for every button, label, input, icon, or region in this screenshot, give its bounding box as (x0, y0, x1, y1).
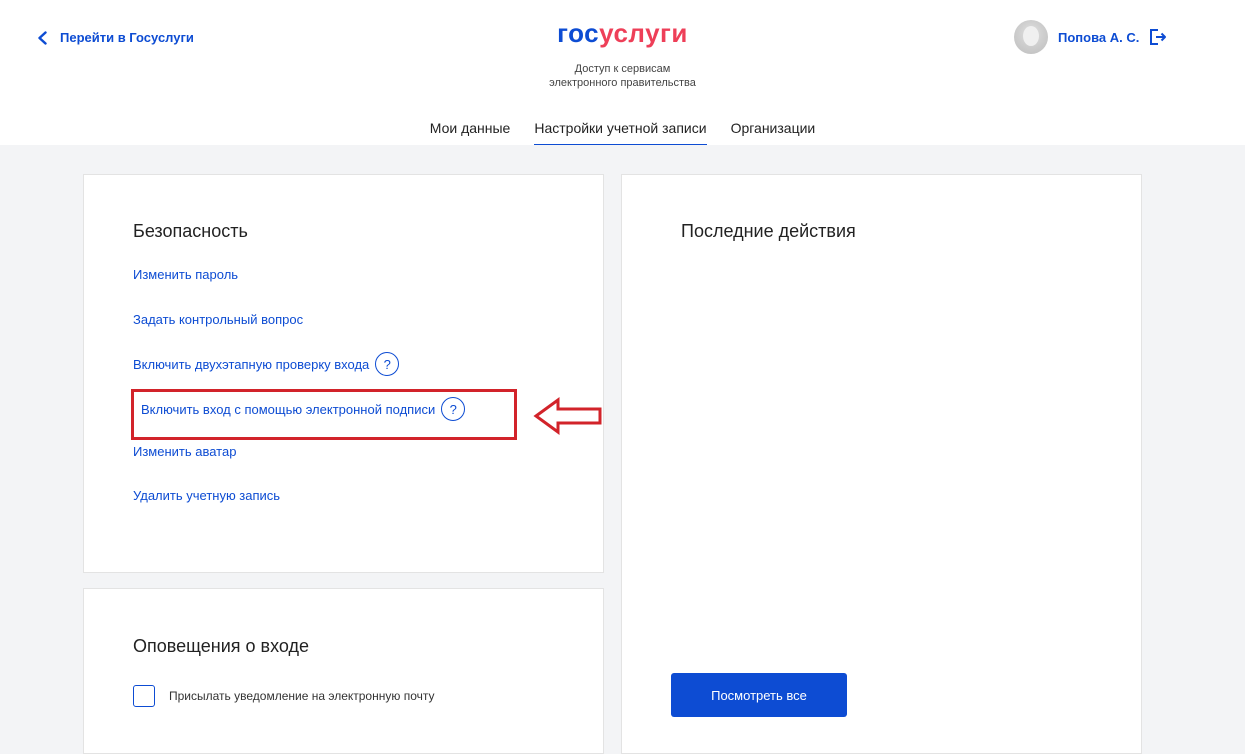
tab-my-data[interactable]: Мои данные (430, 120, 511, 147)
user-menu[interactable]: Попова А. С. (1014, 20, 1167, 54)
logo-part-gos: гос (557, 18, 600, 48)
logo-subtitle: Доступ к сервисам электронного правитель… (0, 62, 1245, 90)
avatar[interactable] (1014, 20, 1048, 54)
link-label[interactable]: Включить двухэтапную проверку входа (133, 357, 369, 372)
link-label[interactable]: Изменить аватар (133, 444, 236, 459)
security-title: Безопасность (133, 221, 248, 241)
email-notification-option[interactable]: Присылать уведомление на электронную поч… (133, 685, 435, 707)
highlight-box (131, 389, 517, 440)
link-label[interactable]: Задать контрольный вопрос (133, 312, 303, 327)
recent-actions-title: Последние действия (681, 221, 856, 241)
link-label[interactable]: Удалить учетную запись (133, 488, 280, 503)
security-link-change-avatar[interactable]: Изменить аватар (133, 444, 236, 459)
email-notification-label: Присылать уведомление на электронную поч… (169, 689, 435, 703)
logo-part-uslugi: услуги (599, 18, 688, 48)
view-all-button[interactable]: Посмотреть все (671, 673, 847, 717)
recent-actions-card: Последние действия Посмотреть все (621, 174, 1142, 754)
left-arrow-icon (533, 397, 602, 435)
tab-organizations[interactable]: Организации (731, 120, 816, 147)
subtitle-line-1: Доступ к сервисам (574, 63, 671, 75)
link-label[interactable]: Изменить пароль (133, 267, 238, 282)
security-link-control-question[interactable]: Задать контрольный вопрос (133, 312, 303, 327)
header: Перейти в Госуслуги госуслуги Доступ к с… (0, 0, 1245, 147)
security-link-change-password[interactable]: Изменить пароль (133, 267, 238, 282)
subtitle-line-2: электронного правительства (549, 77, 696, 89)
logout-icon[interactable] (1149, 28, 1167, 46)
account-tabs: Мои данные Настройки учетной записи Орга… (0, 120, 1245, 147)
security-link-two-step[interactable]: Включить двухэтапную проверку входа ? (133, 352, 400, 376)
email-notification-checkbox[interactable] (133, 685, 155, 707)
tab-account-settings[interactable]: Настройки учетной записи (534, 120, 707, 147)
help-icon[interactable]: ? (375, 352, 400, 376)
security-card: Безопасность Изменить пароль Задать конт… (83, 174, 604, 573)
user-name[interactable]: Попова А. С. (1058, 30, 1139, 45)
login-notifications-card: Оповещения о входе Присылать уведомление… (83, 588, 604, 754)
security-link-delete-account[interactable]: Удалить учетную запись (133, 488, 280, 503)
login-notifications-title: Оповещения о входе (133, 636, 309, 656)
